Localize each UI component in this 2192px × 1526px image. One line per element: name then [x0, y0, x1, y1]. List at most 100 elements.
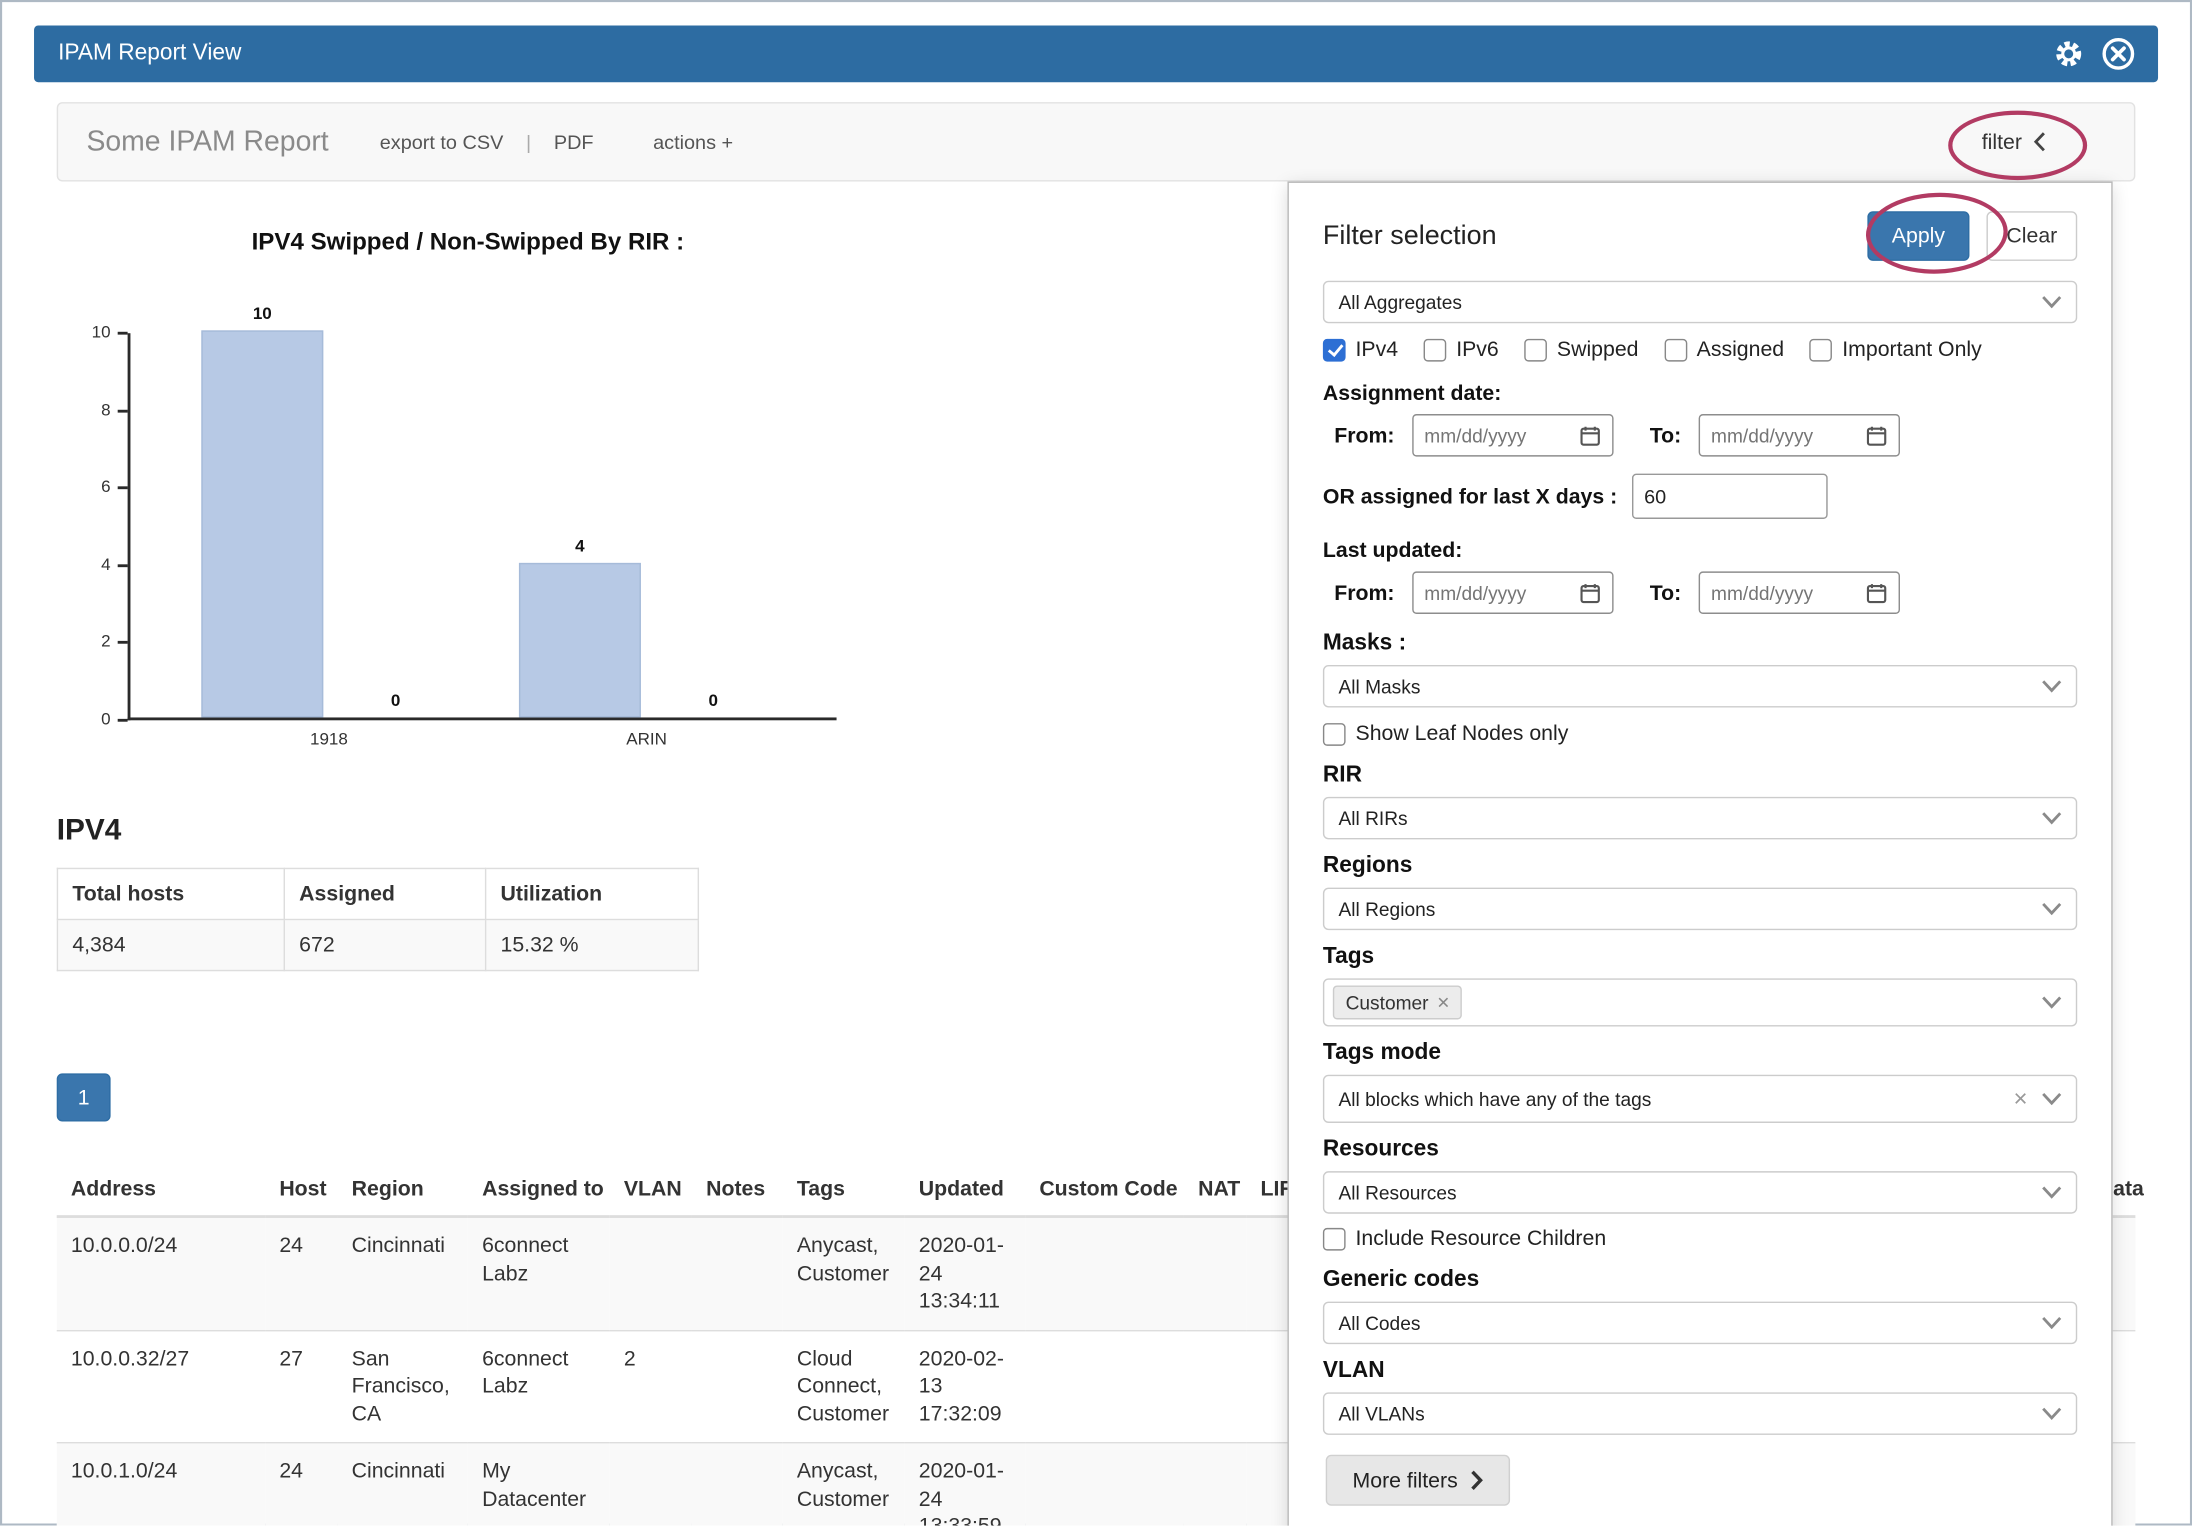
y-tick-label: 8: [65, 399, 110, 419]
y-tick-mark: [118, 487, 128, 490]
calendar-icon[interactable]: [1579, 425, 1600, 446]
date-placeholder: mm/dd/yyyy: [1711, 425, 1813, 446]
ipv6-checkbox[interactable]: IPv6: [1424, 337, 1499, 361]
chart-title: IPV4 Swipped / Non-Swipped By RIR :: [57, 228, 879, 256]
checkbox-label: Important Only: [1842, 337, 1981, 361]
tags-select[interactable]: Customer ×: [1323, 978, 2077, 1026]
calendar-icon[interactable]: [1866, 582, 1887, 603]
apply-button[interactable]: Apply: [1867, 211, 1969, 261]
cell-notes: [692, 1217, 783, 1330]
ipv4-summary-table: Total hosts Assigned Utilization 4,384 6…: [57, 868, 699, 972]
calendar-icon[interactable]: [1579, 582, 1600, 603]
regions-select[interactable]: All Regions: [1323, 888, 2077, 931]
assigned-last-x-days-input[interactable]: [1631, 474, 1827, 519]
resources-select[interactable]: All Resources: [1323, 1171, 2077, 1214]
important-only-checkbox[interactable]: Important Only: [1810, 337, 1982, 361]
assignment-from-input[interactable]: mm/dd/yyyy: [1412, 414, 1613, 457]
cell-assigned-to: 6connect Labz: [468, 1330, 610, 1443]
filter-toggle-button[interactable]: filter: [1982, 130, 2046, 154]
checkbox-box[interactable]: [1323, 722, 1346, 745]
cell-region: Cincinnati: [337, 1217, 467, 1330]
bar-swipped: [519, 563, 641, 718]
chevron-down-icon: [2042, 296, 2062, 309]
generic-codes-select[interactable]: All Codes: [1323, 1302, 2077, 1345]
cell-updated: 2020-02-13 17:32:09: [905, 1330, 1026, 1443]
generic-codes-select-value: All Codes: [1338, 1312, 1420, 1333]
export-csv-link[interactable]: export to CSV: [380, 130, 504, 153]
summary-utilization: 15.32 %: [486, 920, 699, 971]
settings-gear-icon[interactable]: [2053, 38, 2084, 69]
type-checkbox-row: IPv4 IPv6 Swipped Assigned Important Onl…: [1323, 337, 2077, 361]
cell-host: 24: [265, 1217, 337, 1330]
summary-header-total-hosts: Total hosts: [57, 868, 284, 919]
checkbox-label: IPv6: [1456, 337, 1499, 361]
col-nat: NAT: [1184, 1163, 1246, 1217]
summary-row: 4,384 672 15.32 %: [57, 920, 698, 971]
resources-label: Resources: [1323, 1137, 2077, 1163]
regions-label: Regions: [1323, 854, 2077, 880]
y-tick-mark: [118, 332, 128, 335]
checkbox-label: Include Resource Children: [1356, 1226, 1607, 1250]
aggregates-select[interactable]: All Aggregates: [1323, 281, 2077, 324]
checkbox-box[interactable]: [1323, 338, 1346, 361]
swipped-checkbox[interactable]: Swipped: [1524, 337, 1638, 361]
checkbox-box[interactable]: [1323, 1227, 1346, 1250]
cell-notes: [692, 1443, 783, 1526]
pagination-page-1[interactable]: 1: [57, 1073, 111, 1121]
col-updated: Updated: [905, 1163, 1026, 1217]
checkbox-label: Assigned: [1697, 337, 1785, 361]
updated-to-input[interactable]: mm/dd/yyyy: [1698, 571, 1899, 614]
filter-panel-title: Filter selection: [1323, 220, 1497, 251]
rir-label: RIR: [1323, 763, 2077, 789]
bar-value-label: 0: [353, 691, 438, 711]
assigned-last-x-days-label: OR assigned for last X days :: [1323, 484, 1617, 508]
clear-button[interactable]: Clear: [1986, 211, 2077, 261]
checkbox-box[interactable]: [1524, 338, 1547, 361]
tags-mode-select[interactable]: All blocks which have any of the tags ×: [1323, 1075, 2077, 1123]
bar-value-label: 10: [220, 303, 305, 323]
checkbox-box[interactable]: [1664, 338, 1687, 361]
col-address: Address: [57, 1163, 265, 1217]
bar-swipped: [201, 330, 323, 717]
cell-nat: [1184, 1217, 1246, 1330]
export-pdf-link[interactable]: PDF: [554, 130, 594, 153]
chevron-down-icon: [2042, 1092, 2062, 1105]
include-resource-children-checkbox[interactable]: Include Resource Children: [1323, 1226, 2077, 1250]
assigned-checkbox[interactable]: Assigned: [1664, 337, 1784, 361]
assignment-date-row: From: mm/dd/yyyy To: mm/dd/yyyy: [1323, 414, 2077, 457]
more-filters-button[interactable]: More filters: [1326, 1455, 1510, 1506]
cell-region: San Francisco, CA: [337, 1330, 467, 1443]
filter-toggle-label: filter: [1982, 130, 2022, 154]
cell-assigned-to: 6connect Labz: [468, 1217, 610, 1330]
updated-from-input[interactable]: mm/dd/yyyy: [1412, 571, 1613, 614]
remove-tag-icon[interactable]: ×: [1437, 992, 1449, 1013]
checkbox-box[interactable]: [1424, 338, 1447, 361]
calendar-icon[interactable]: [1866, 425, 1887, 446]
from-label: From:: [1334, 423, 1394, 447]
chevron-left-icon: [2033, 132, 2046, 152]
ipv4-checkbox[interactable]: IPv4: [1323, 337, 1398, 361]
masks-label: Masks :: [1323, 631, 2077, 657]
rir-select[interactable]: All RIRs: [1323, 797, 2077, 840]
actions-menu-button[interactable]: actions +: [653, 130, 733, 153]
masks-select[interactable]: All Masks: [1323, 665, 2077, 708]
checkbox-label: Show Leaf Nodes only: [1356, 722, 1569, 746]
summary-total-hosts: 4,384: [57, 920, 284, 971]
summary-header-utilization: Utilization: [486, 868, 699, 919]
clear-selection-icon[interactable]: ×: [2014, 1087, 2028, 1111]
tag-chip-customer[interactable]: Customer ×: [1333, 985, 1462, 1019]
checkbox-label: Swipped: [1557, 337, 1639, 361]
vlan-select[interactable]: All VLANs: [1323, 1392, 2077, 1435]
y-tick-mark: [118, 719, 128, 722]
checkbox-box[interactable]: [1810, 338, 1833, 361]
cell-host: 24: [265, 1443, 337, 1526]
y-tick-label: 4: [65, 554, 110, 574]
close-icon[interactable]: [2101, 37, 2135, 71]
col-region: Region: [337, 1163, 467, 1217]
show-leaf-nodes-checkbox[interactable]: Show Leaf Nodes only: [1323, 722, 2077, 746]
chevron-down-icon: [2042, 812, 2062, 825]
filter-panel-header: Filter selection Apply Clear: [1323, 211, 2077, 261]
assignment-to-input[interactable]: mm/dd/yyyy: [1698, 414, 1899, 457]
col-vlan: VLAN: [610, 1163, 692, 1217]
cell-host: 27: [265, 1330, 337, 1443]
